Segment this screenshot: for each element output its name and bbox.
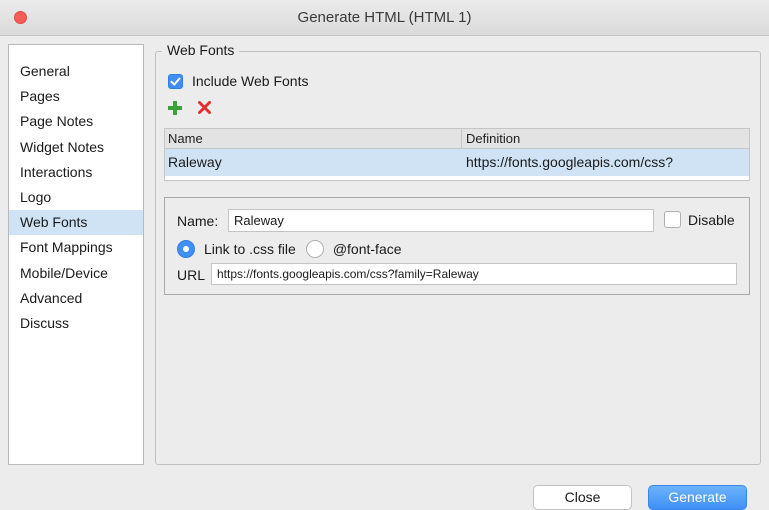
- font-name-input[interactable]: [228, 209, 654, 232]
- url-input[interactable]: [211, 263, 737, 285]
- sidebar-item-discuss[interactable]: Discuss: [9, 311, 143, 336]
- url-label: URL: [177, 267, 206, 283]
- table-row[interactable]: Raleway https://fonts.googleapis.com/css…: [165, 149, 749, 176]
- close-button[interactable]: Close: [533, 485, 632, 510]
- link-css-radio[interactable]: [177, 240, 195, 258]
- sidebar-item-pages[interactable]: Pages: [9, 84, 143, 109]
- sidebar-item-widget-notes[interactable]: Widget Notes: [9, 135, 143, 160]
- font-name-cell: Raleway: [168, 154, 222, 170]
- generate-button[interactable]: Generate: [648, 485, 747, 510]
- disable-label: Disable: [688, 212, 735, 228]
- column-header-name[interactable]: Name: [168, 131, 203, 146]
- include-web-fonts-label: Include Web Fonts: [192, 73, 309, 89]
- name-label: Name:: [177, 213, 219, 229]
- web-fonts-table: Name Definition Raleway https://fonts.go…: [164, 128, 750, 181]
- sidebar-item-interactions[interactable]: Interactions: [9, 160, 143, 185]
- column-header-definition[interactable]: Definition: [466, 131, 520, 146]
- plus-icon[interactable]: [168, 99, 182, 117]
- sidebar-item-mobile-device[interactable]: Mobile/Device: [9, 261, 143, 286]
- font-definition-cell: https://fonts.googleapis.com/css?: [466, 154, 673, 170]
- table-header: Name Definition: [165, 129, 749, 149]
- sidebar-item-logo[interactable]: Logo: [9, 185, 143, 210]
- column-divider: [461, 129, 462, 149]
- window-title: Generate HTML (HTML 1): [297, 9, 472, 26]
- sidebar-item-web-fonts[interactable]: Web Fonts: [9, 210, 143, 236]
- disable-checkbox[interactable]: [664, 211, 681, 228]
- font-face-label: @font-face: [332, 241, 402, 257]
- include-web-fonts-checkbox[interactable]: [168, 73, 183, 89]
- sidebar-item-advanced[interactable]: Advanced: [9, 286, 143, 311]
- checkmark-icon: [170, 77, 181, 85]
- sidebar: General Pages Page Notes Widget Notes In…: [8, 44, 144, 465]
- generate-html-dialog: Generate HTML (HTML 1) General Pages Pag…: [0, 0, 769, 510]
- font-type-radio-group: Link to .css file @font-face: [177, 238, 412, 260]
- sidebar-item-font-mappings[interactable]: Font Mappings: [9, 235, 143, 260]
- font-face-radio[interactable]: [305, 240, 324, 258]
- group-label: Web Fonts: [162, 42, 240, 58]
- include-web-fonts-row[interactable]: Include Web Fonts: [168, 71, 308, 91]
- x-icon[interactable]: [198, 99, 212, 117]
- sidebar-item-page-notes[interactable]: Page Notes: [9, 109, 143, 134]
- title-bar: Generate HTML (HTML 1): [0, 0, 769, 36]
- link-css-label: Link to .css file: [204, 241, 296, 257]
- sidebar-item-general[interactable]: General: [9, 59, 143, 84]
